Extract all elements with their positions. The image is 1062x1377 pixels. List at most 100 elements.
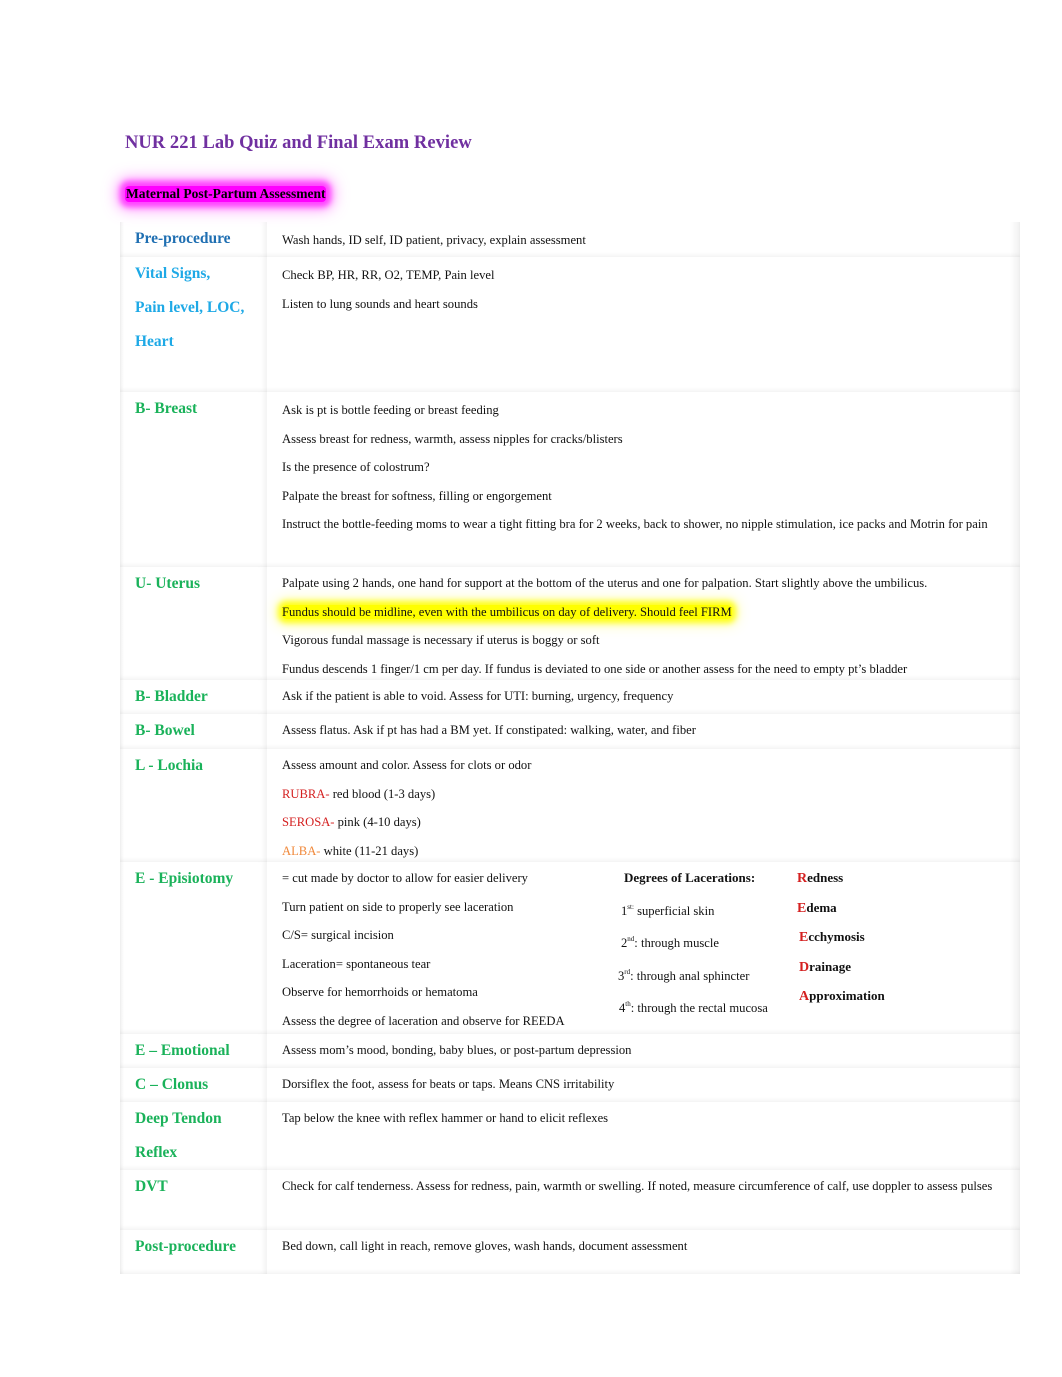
row-content: Check for calf tenderness. Assess for re… bbox=[267, 1170, 1020, 1230]
degrees-heading: Degrees of Lacerations: bbox=[624, 870, 756, 885]
content-line: C/S= surgical incision bbox=[282, 928, 394, 942]
label-line: DVT bbox=[135, 1178, 168, 1195]
episiotomy-notes: = cut made by doctor to allow for easier… bbox=[282, 864, 616, 1035]
row-label: U- Uterus bbox=[120, 567, 267, 680]
reeda-mnemonic: Redness Edema Ecchymosis Drainage Approx… bbox=[791, 864, 917, 1035]
reeda-rest: dema bbox=[806, 899, 837, 915]
row-content: Tap below the knee with reflex hammer or… bbox=[267, 1102, 1020, 1170]
lochia-desc: red blood (1-3 days) bbox=[329, 786, 436, 801]
row-dvt: DVT Check for calf tenderness. Assess fo… bbox=[120, 1170, 1020, 1230]
row-label: B- Breast bbox=[120, 392, 267, 567]
lochia-desc: white (11-21 days) bbox=[320, 843, 419, 858]
row-deep-tendon-reflex: Deep Tendon Reflex Tap below the knee wi… bbox=[120, 1102, 1020, 1170]
label-line: B- Bladder bbox=[135, 688, 208, 705]
degree-item: 3rd: through anal sphincter bbox=[616, 958, 791, 991]
content-line: Observe for hemorrhoids or hematoma bbox=[282, 985, 478, 999]
lochia-type-alba: ALBA- white (11-21 days) bbox=[282, 837, 1008, 866]
label-line: B- Breast bbox=[135, 400, 198, 417]
content-line: Vigorous fundal massage is necessary if … bbox=[282, 633, 600, 647]
row-post-procedure: Post-procedure Bed down, call light in r… bbox=[120, 1230, 1020, 1274]
reeda-rest: edness bbox=[807, 870, 844, 885]
content-line: Fundus descends 1 finger/1 cm per day. I… bbox=[282, 661, 908, 676]
label-line: B- Bowel bbox=[135, 722, 195, 739]
label-line: U- Uterus bbox=[135, 575, 200, 592]
reeda-letter: R bbox=[797, 871, 808, 886]
row-breast: B- Breast Ask is pt is bottle feeding or… bbox=[120, 392, 1020, 567]
degree-desc: : through the rectal mucosa bbox=[630, 1001, 768, 1015]
content-line: Listen to lung sounds and heart sounds bbox=[282, 296, 478, 311]
reeda-item: Ecchymosis bbox=[797, 923, 917, 953]
label-line: Heart bbox=[135, 333, 174, 350]
degree-desc: : through anal sphincter bbox=[630, 968, 750, 983]
row-label: E – Emotional bbox=[120, 1034, 267, 1068]
content-line: Assess amount and color. Assess for clot… bbox=[282, 758, 532, 772]
lochia-type-rubra: RUBRA- red blood (1-3 days) bbox=[282, 780, 1008, 809]
degree-ordinal: st: bbox=[627, 902, 634, 911]
lochia-key: SEROSA- bbox=[282, 815, 335, 829]
content-line: Dorsiflex the foot, assess for beats or … bbox=[282, 1077, 615, 1091]
label-line: E - Episiotomy bbox=[135, 870, 234, 887]
row-lochia: L - Lochia Assess amount and color. Asse… bbox=[120, 749, 1020, 862]
label-line: Vital Signs, bbox=[135, 265, 211, 282]
row-clonus: C – Clonus Dorsiflex the foot, assess fo… bbox=[120, 1068, 1020, 1102]
row-content: Check BP, HR, RR, O2, TEMP, Pain level L… bbox=[267, 257, 1020, 392]
lochia-desc: pink (4-10 days) bbox=[334, 815, 421, 829]
content-line: Assess the degree of laceration and obse… bbox=[282, 1013, 565, 1028]
row-label: C – Clonus bbox=[120, 1068, 267, 1102]
content-line: Bed down, call light in reach, remove gl… bbox=[282, 1239, 688, 1253]
row-label: Pre-procedure bbox=[120, 222, 267, 257]
degree-desc: superficial skin bbox=[633, 903, 715, 918]
row-uterus: U- Uterus Palpate using 2 hands, one han… bbox=[120, 567, 1020, 680]
row-episiotomy: E - Episiotomy = cut made by doctor to a… bbox=[120, 862, 1020, 1034]
reeda-item: Edema bbox=[797, 894, 917, 924]
degree-desc: : through muscle bbox=[634, 936, 719, 950]
document-title: NUR 221 Lab Quiz and Final Exam Review bbox=[125, 133, 472, 153]
laceration-degrees: Degrees of Lacerations: 1st: superficial… bbox=[616, 864, 791, 1035]
label-line: Pre-procedure bbox=[135, 230, 231, 247]
reeda-rest: pproximation bbox=[809, 988, 885, 1003]
row-label: Post-procedure bbox=[120, 1230, 267, 1274]
label-line: Deep Tendon bbox=[135, 1110, 222, 1127]
label-line: E – Emotional bbox=[135, 1042, 230, 1059]
row-bladder: B- Bladder Ask if the patient is able to… bbox=[120, 680, 1020, 714]
row-label: Deep Tendon Reflex bbox=[120, 1102, 267, 1170]
row-content: Assess mom’s mood, bonding, baby blues, … bbox=[267, 1034, 1020, 1068]
row-label: DVT bbox=[120, 1170, 267, 1230]
degree-item: 2nd: through muscle bbox=[616, 925, 791, 958]
row-label: L - Lochia bbox=[120, 749, 267, 862]
row-label: E - Episiotomy bbox=[120, 862, 267, 1034]
reeda-rest: cchymosis bbox=[808, 929, 865, 944]
content-line: Tap below the knee with reflex hammer or… bbox=[282, 1111, 609, 1125]
degree-item: 4th: through the rectal mucosa bbox=[616, 990, 791, 1023]
lochia-type-serosa: SEROSA- pink (4-10 days) bbox=[282, 808, 1008, 837]
content-line: Turn patient on side to properly see lac… bbox=[282, 899, 514, 914]
row-content: Assess flatus. Ask if pt has had a BM ye… bbox=[267, 714, 1020, 749]
reeda-rest: rainage bbox=[809, 958, 852, 974]
content-line: Is the presence of colostrum? bbox=[282, 460, 430, 474]
content-line: Instruct the bottle-feeding moms to wear… bbox=[282, 517, 988, 531]
content-line: = cut made by doctor to allow for easier… bbox=[282, 871, 528, 885]
reeda-letter: E bbox=[799, 930, 809, 945]
row-content: = cut made by doctor to allow for easier… bbox=[267, 862, 1020, 1034]
row-bowel: B- Bowel Assess flatus. Ask if pt has ha… bbox=[120, 714, 1020, 749]
label-line: Post-procedure bbox=[135, 1238, 237, 1255]
reeda-letter: E bbox=[797, 900, 807, 916]
highlighted-line: Fundus should be midline, even with the … bbox=[282, 604, 732, 619]
reeda-item: Redness bbox=[797, 864, 917, 894]
row-pre-procedure: Pre-procedure Wash hands, ID self, ID pa… bbox=[120, 222, 1020, 257]
content-line: Assess mom’s mood, bonding, baby blues, … bbox=[282, 1043, 632, 1057]
row-label: B- Bladder bbox=[120, 680, 267, 714]
row-label: Vital Signs, Pain level, LOC, Heart bbox=[120, 257, 267, 392]
label-line: Reflex bbox=[135, 1144, 178, 1161]
lochia-key: RUBRA- bbox=[282, 786, 330, 801]
assessment-table: Pre-procedure Wash hands, ID self, ID pa… bbox=[120, 222, 1020, 1274]
label-line: C – Clonus bbox=[135, 1076, 209, 1093]
label-line: Pain level, LOC, bbox=[135, 299, 245, 316]
content-line: Wash hands, ID self, ID patient, privacy… bbox=[282, 233, 586, 247]
content-line: Palpate the breast for softness, filling… bbox=[282, 488, 552, 503]
row-content: Palpate using 2 hands, one hand for supp… bbox=[267, 567, 1020, 680]
row-content: Ask is pt is bottle feeding or breast fe… bbox=[267, 392, 1020, 567]
row-content: Bed down, call light in reach, remove gl… bbox=[267, 1230, 1020, 1274]
reeda-letter: A bbox=[799, 989, 810, 1004]
row-content: Dorsiflex the foot, assess for beats or … bbox=[267, 1068, 1020, 1102]
